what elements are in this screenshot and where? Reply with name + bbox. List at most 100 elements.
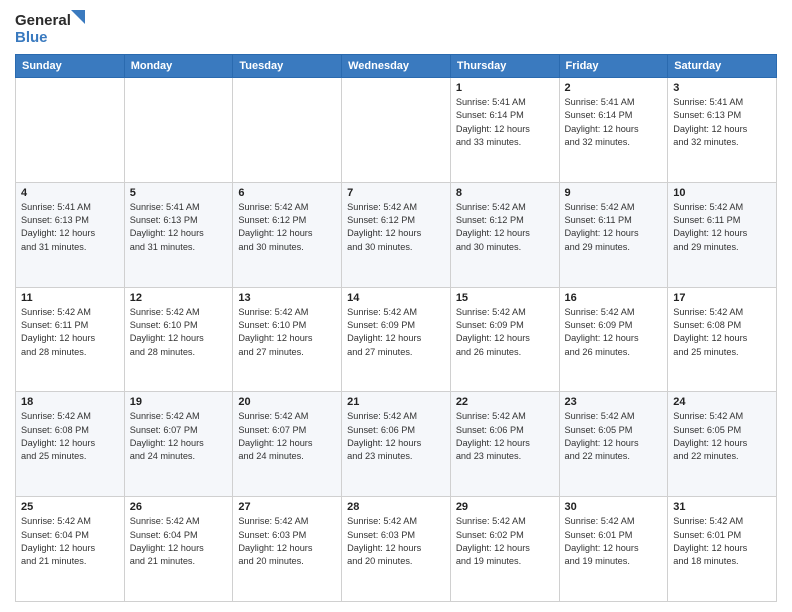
calendar-cell: 22Sunrise: 5:42 AM Sunset: 6:06 PM Dayli… — [450, 392, 559, 497]
day-info: Sunrise: 5:42 AM Sunset: 6:07 PM Dayligh… — [238, 410, 336, 463]
calendar-cell: 29Sunrise: 5:42 AM Sunset: 6:02 PM Dayli… — [450, 497, 559, 602]
day-info: Sunrise: 5:42 AM Sunset: 6:10 PM Dayligh… — [238, 306, 336, 359]
day-info: Sunrise: 5:42 AM Sunset: 6:11 PM Dayligh… — [21, 306, 119, 359]
calendar-week-0: 1 Sunrise: 5:41 AM Sunset: 6:14 PM Daylig… — [16, 78, 777, 183]
calendar: SundayMondayTuesdayWednesdayThursdayFrid… — [15, 54, 777, 602]
calendar-cell — [342, 78, 451, 183]
calendar-header-wednesday: Wednesday — [342, 55, 451, 78]
day-info: Sunrise: 5:42 AM Sunset: 6:09 PM Dayligh… — [347, 306, 445, 359]
calendar-header-friday: Friday — [559, 55, 668, 78]
calendar-cell: 12 Sunrise: 5:42 AM Sunset: 6:10 PM Dayli… — [124, 287, 233, 392]
calendar-cell: 26 Sunrise: 5:42 AM Sunset: 6:04 PM Dayli… — [124, 497, 233, 602]
day-info: Sunrise: 5:42 AM Sunset: 6:05 PM Dayligh… — [565, 410, 663, 463]
day-info: Sunrise: 5:42 AM Sunset: 6:04 PM Dayligh… — [130, 515, 228, 568]
day-number: 2 — [565, 82, 663, 94]
calendar-cell: 10Sunrise: 5:42 AM Sunset: 6:11 PM Dayli… — [668, 182, 777, 287]
day-info: Sunrise: 5:42 AM Sunset: 6:05 PM Dayligh… — [673, 410, 771, 463]
day-number: 16 — [565, 292, 663, 304]
calendar-week-4: 25 Sunrise: 5:42 AM Sunset: 6:04 PM Dayli… — [16, 497, 777, 602]
day-info: Sunrise: 5:42 AM Sunset: 6:03 PM Dayligh… — [347, 515, 445, 568]
day-number: 27 — [238, 501, 336, 513]
calendar-header-monday: Monday — [124, 55, 233, 78]
day-info: Sunrise: 5:41 AM Sunset: 6:14 PM Dayligh… — [456, 96, 554, 149]
calendar-week-1: 4 Sunrise: 5:41 AM Sunset: 6:13 PM Daylig… — [16, 182, 777, 287]
calendar-cell: 21 Sunrise: 5:42 AM Sunset: 6:06 PM Dayli… — [342, 392, 451, 497]
calendar-week-2: 11 Sunrise: 5:42 AM Sunset: 6:11 PM Dayli… — [16, 287, 777, 392]
calendar-cell: 15 Sunrise: 5:42 AM Sunset: 6:09 PM Dayli… — [450, 287, 559, 392]
day-info: Sunrise: 5:42 AM Sunset: 6:01 PM Dayligh… — [565, 515, 663, 568]
day-number: 19 — [130, 396, 228, 408]
calendar-cell: 23 Sunrise: 5:42 AM Sunset: 6:05 PM Dayli… — [559, 392, 668, 497]
day-info: Sunrise: 5:41 AM Sunset: 6:13 PM Dayligh… — [21, 201, 119, 254]
calendar-cell: 6 Sunrise: 5:42 AM Sunset: 6:12 PM Daylig… — [233, 182, 342, 287]
day-number: 1 — [456, 82, 554, 94]
day-number: 13 — [238, 292, 336, 304]
day-number: 6 — [238, 187, 336, 199]
header: GeneralBlue — [15, 10, 777, 46]
day-info: Sunrise: 5:42 AM Sunset: 6:01 PM Dayligh… — [673, 515, 771, 568]
svg-text:General: General — [15, 12, 71, 29]
day-number: 15 — [456, 292, 554, 304]
day-info: Sunrise: 5:42 AM Sunset: 6:06 PM Dayligh… — [456, 410, 554, 463]
calendar-cell: 9 Sunrise: 5:42 AM Sunset: 6:11 PM Daylig… — [559, 182, 668, 287]
day-number: 5 — [130, 187, 228, 199]
day-number: 7 — [347, 187, 445, 199]
day-info: Sunrise: 5:42 AM Sunset: 6:06 PM Dayligh… — [347, 410, 445, 463]
calendar-header-thursday: Thursday — [450, 55, 559, 78]
day-info: Sunrise: 5:42 AM Sunset: 6:07 PM Dayligh… — [130, 410, 228, 463]
calendar-cell: 28Sunrise: 5:42 AM Sunset: 6:03 PM Dayli… — [342, 497, 451, 602]
day-number: 20 — [238, 396, 336, 408]
day-number: 21 — [347, 396, 445, 408]
day-number: 3 — [673, 82, 771, 94]
calendar-cell — [233, 78, 342, 183]
day-info: Sunrise: 5:42 AM Sunset: 6:03 PM Dayligh… — [238, 515, 336, 568]
day-number: 9 — [565, 187, 663, 199]
day-info: Sunrise: 5:42 AM Sunset: 6:12 PM Dayligh… — [347, 201, 445, 254]
day-number: 29 — [456, 501, 554, 513]
day-number: 31 — [673, 501, 771, 513]
day-info: Sunrise: 5:42 AM Sunset: 6:12 PM Dayligh… — [238, 201, 336, 254]
day-info: Sunrise: 5:42 AM Sunset: 6:08 PM Dayligh… — [21, 410, 119, 463]
day-number: 25 — [21, 501, 119, 513]
day-number: 18 — [21, 396, 119, 408]
day-info: Sunrise: 5:42 AM Sunset: 6:08 PM Dayligh… — [673, 306, 771, 359]
day-info: Sunrise: 5:42 AM Sunset: 6:10 PM Dayligh… — [130, 306, 228, 359]
calendar-header-sunday: Sunday — [16, 55, 125, 78]
day-number: 26 — [130, 501, 228, 513]
day-info: Sunrise: 5:42 AM Sunset: 6:04 PM Dayligh… — [21, 515, 119, 568]
calendar-cell: 25 Sunrise: 5:42 AM Sunset: 6:04 PM Dayli… — [16, 497, 125, 602]
day-number: 17 — [673, 292, 771, 304]
calendar-cell: 8Sunrise: 5:42 AM Sunset: 6:12 PM Daylig… — [450, 182, 559, 287]
calendar-cell: 2Sunrise: 5:41 AM Sunset: 6:14 PM Daylig… — [559, 78, 668, 183]
calendar-cell: 19 Sunrise: 5:42 AM Sunset: 6:07 PM Dayli… — [124, 392, 233, 497]
day-number: 12 — [130, 292, 228, 304]
day-number: 10 — [673, 187, 771, 199]
svg-text:Blue: Blue — [15, 29, 48, 46]
day-number: 4 — [21, 187, 119, 199]
calendar-cell: 14 Sunrise: 5:42 AM Sunset: 6:09 PM Dayli… — [342, 287, 451, 392]
calendar-cell: 13 Sunrise: 5:42 AM Sunset: 6:10 PM Dayli… — [233, 287, 342, 392]
day-number: 23 — [565, 396, 663, 408]
calendar-cell: 3Sunrise: 5:41 AM Sunset: 6:13 PM Daylig… — [668, 78, 777, 183]
calendar-cell — [16, 78, 125, 183]
day-info: Sunrise: 5:42 AM Sunset: 6:09 PM Dayligh… — [565, 306, 663, 359]
logo-icon: GeneralBlue — [15, 10, 85, 46]
day-info: Sunrise: 5:42 AM Sunset: 6:12 PM Dayligh… — [456, 201, 554, 254]
day-info: Sunrise: 5:42 AM Sunset: 6:11 PM Dayligh… — [565, 201, 663, 254]
calendar-cell: 30 Sunrise: 5:42 AM Sunset: 6:01 PM Dayli… — [559, 497, 668, 602]
day-number: 14 — [347, 292, 445, 304]
calendar-cell: 27 Sunrise: 5:42 AM Sunset: 6:03 PM Dayli… — [233, 497, 342, 602]
day-info: Sunrise: 5:42 AM Sunset: 6:09 PM Dayligh… — [456, 306, 554, 359]
calendar-cell — [124, 78, 233, 183]
logo: GeneralBlue — [15, 10, 85, 46]
calendar-cell: 17 Sunrise: 5:42 AM Sunset: 6:08 PM Dayli… — [668, 287, 777, 392]
calendar-week-3: 18 Sunrise: 5:42 AM Sunset: 6:08 PM Dayli… — [16, 392, 777, 497]
calendar-cell: 11 Sunrise: 5:42 AM Sunset: 6:11 PM Dayli… — [16, 287, 125, 392]
day-info: Sunrise: 5:41 AM Sunset: 6:13 PM Dayligh… — [130, 201, 228, 254]
day-number: 24 — [673, 396, 771, 408]
calendar-cell: 20 Sunrise: 5:42 AM Sunset: 6:07 PM Dayli… — [233, 392, 342, 497]
calendar-header-row: SundayMondayTuesdayWednesdayThursdayFrid… — [16, 55, 777, 78]
day-number: 11 — [21, 292, 119, 304]
calendar-header-tuesday: Tuesday — [233, 55, 342, 78]
day-number: 30 — [565, 501, 663, 513]
